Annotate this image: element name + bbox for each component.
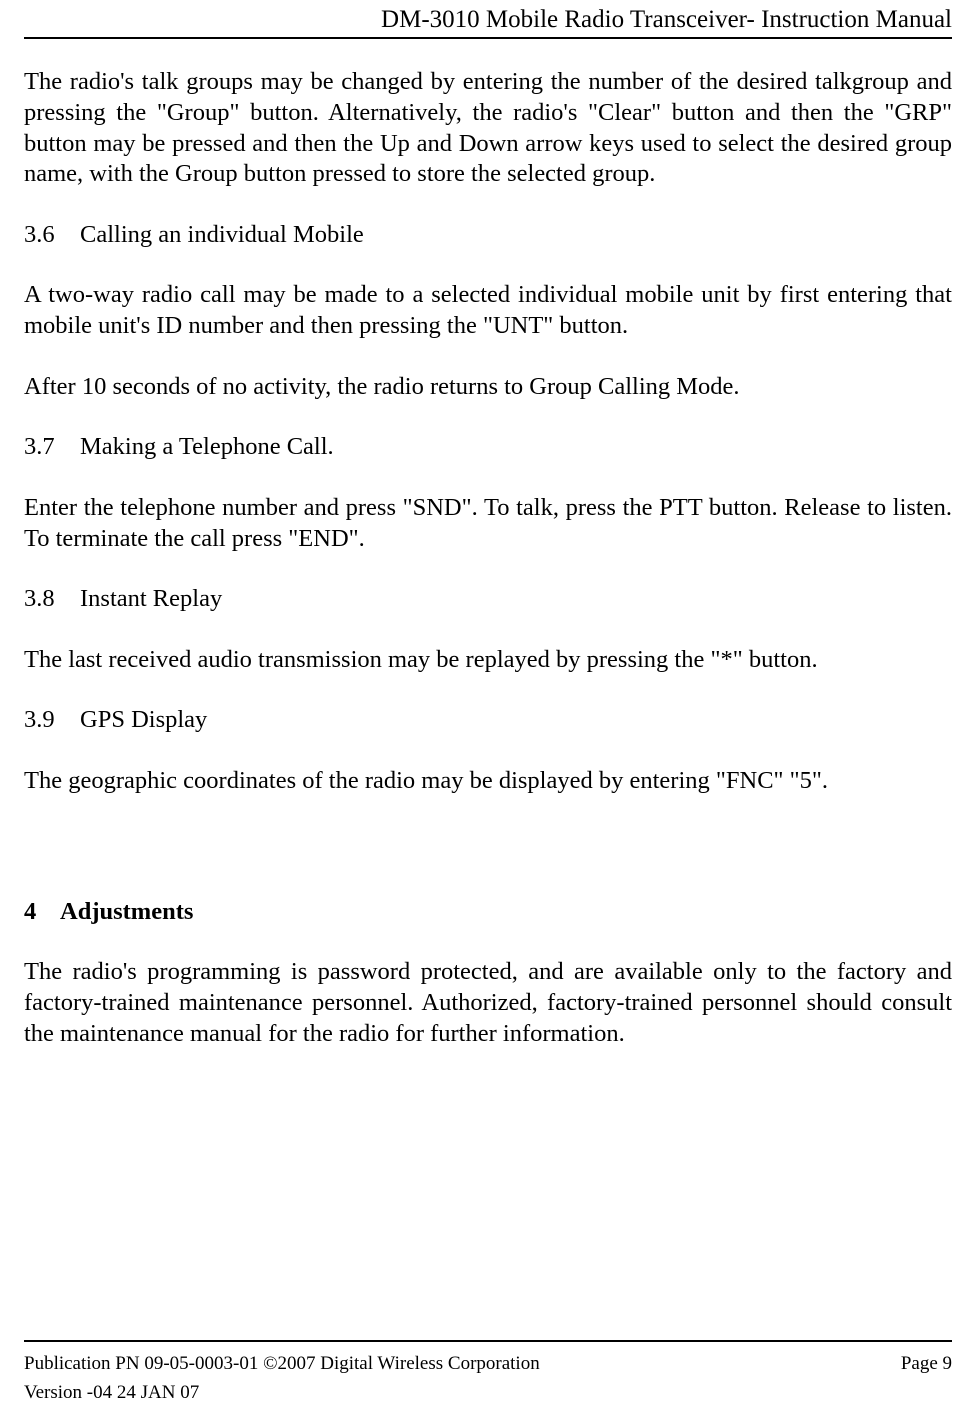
page-header: DM-3010 Mobile Radio Transceiver- Instru… [24, 0, 952, 39]
section-number: 3.6 [24, 220, 80, 251]
footer-version: Version -04 24 JAN 07 [24, 1379, 952, 1408]
header-title: DM-3010 Mobile Radio Transceiver- Instru… [381, 6, 952, 33]
chapter-4-p1: The radio's programming is password prot… [24, 957, 952, 1049]
page-body: The radio's talk groups may be changed b… [24, 39, 952, 1049]
chapter-title: Adjustments [60, 898, 193, 925]
section-3-6-heading: 3.6Calling an individual Mobile [24, 220, 952, 251]
section-number: 3.9 [24, 705, 80, 736]
section-3-7-heading: 3.7Making a Telephone Call. [24, 432, 952, 463]
intro-paragraph: The radio's talk groups may be changed b… [24, 67, 952, 190]
section-title: Making a Telephone Call. [80, 433, 334, 460]
page-footer: Publication PN 09-05-0003-01 ©2007 Digit… [24, 1340, 952, 1407]
section-title: GPS Display [80, 706, 207, 733]
section-3-9-p1: The geographic coordinates of the radio … [24, 766, 952, 797]
section-3-8-heading: 3.8Instant Replay [24, 584, 952, 615]
footer-publication: Publication PN 09-05-0003-01 ©2007 Digit… [24, 1350, 540, 1379]
section-3-6-p2: After 10 seconds of no activity, the rad… [24, 372, 952, 403]
section-number: 3.8 [24, 584, 80, 615]
section-3-8-p1: The last received audio transmission may… [24, 645, 952, 676]
section-3-9-heading: 3.9GPS Display [24, 705, 952, 736]
section-title: Calling an individual Mobile [80, 221, 364, 248]
section-3-7-p1: Enter the telephone number and press "SN… [24, 493, 952, 554]
footer-page-number: Page 9 [901, 1350, 952, 1379]
chapter-number: 4 [24, 897, 60, 928]
section-number: 3.7 [24, 432, 80, 463]
section-title: Instant Replay [80, 585, 222, 612]
chapter-4-heading: 4Adjustments [24, 897, 952, 928]
section-3-6-p1: A two-way radio call may be made to a se… [24, 280, 952, 341]
